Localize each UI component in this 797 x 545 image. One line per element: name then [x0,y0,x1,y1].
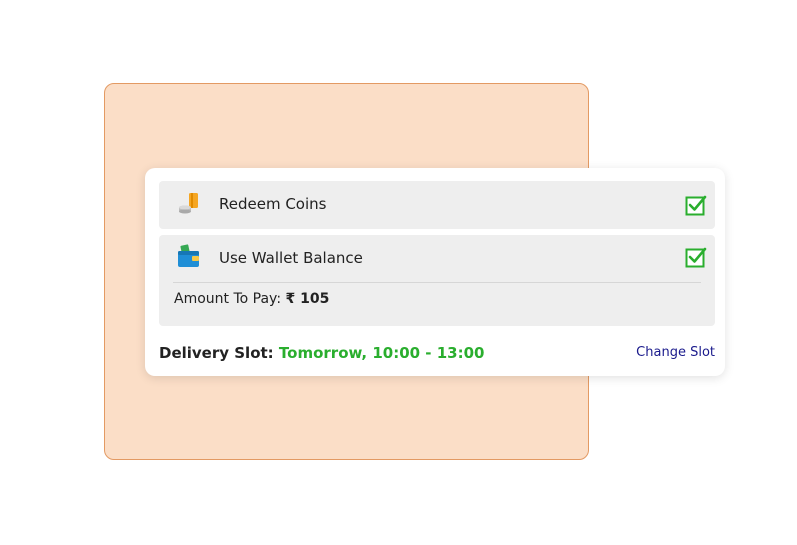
redeem-coins-label: Redeem Coins [219,195,327,213]
checkout-options-card: Redeem Coins Use Wallet Balance Amount T… [145,168,725,376]
amount-to-pay: Amount To Pay: ₹ 105 [174,291,329,307]
redeem-coins-row[interactable]: Redeem Coins [159,181,715,229]
amount-label: Amount To Pay: [174,291,282,307]
divider [173,282,701,283]
amount-value: ₹ 105 [285,291,330,307]
use-wallet-checkbox[interactable] [685,246,707,268]
use-wallet-label: Use Wallet Balance [219,249,363,267]
delivery-slot-label: Delivery Slot: [159,344,274,362]
delivery-slot-value: Tomorrow, 10:00 - 13:00 [278,344,485,362]
redeem-coins-checkbox[interactable] [685,194,707,216]
coins-icon [179,193,198,214]
wallet-icon [178,244,199,267]
use-wallet-row[interactable]: Use Wallet Balance Amount To Pay: ₹ 105 [159,235,715,326]
change-slot-link[interactable]: Change Slot [636,345,715,360]
delivery-slot: Delivery Slot: Tomorrow, 10:00 - 13:00 [159,344,484,362]
